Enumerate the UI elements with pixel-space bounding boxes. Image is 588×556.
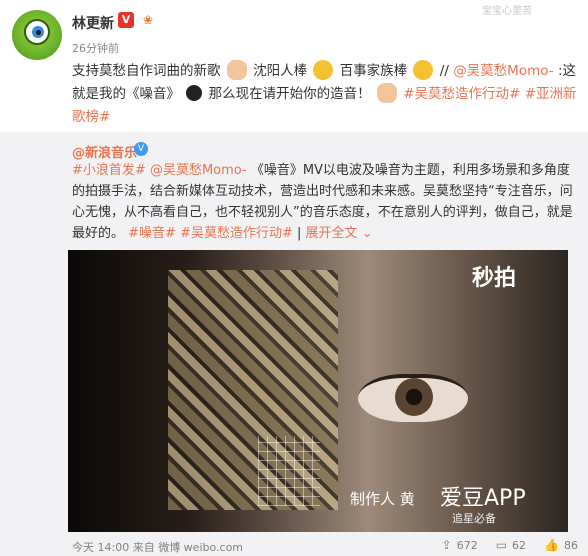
weibo-post: 林更新 V ❀ 26分钟前 宝宝心里苦 支持莫愁自作词曲的新歌 沈阳人棒 百事家… xyxy=(0,0,588,132)
video-player[interactable]: 秒拍 制作人 黄 爱豆APP 追星必备 xyxy=(68,250,568,532)
app-tagline: 追星必备 xyxy=(452,512,496,525)
overlay-grid xyxy=(258,436,320,506)
hashtag-link[interactable]: #小浪首发# xyxy=(72,163,146,178)
post-text-part4: // xyxy=(439,63,449,79)
avatar-pupil-dot xyxy=(36,30,41,35)
comment-button[interactable]: ▭ 62 xyxy=(496,538,526,552)
clap-emoji-icon xyxy=(226,60,247,80)
username[interactable]: 林更新 xyxy=(72,13,114,33)
strong-arm-emoji-icon xyxy=(376,83,397,103)
hashtag-link[interactable]: #吴莫愁造作行动# xyxy=(403,86,520,102)
hashtag-link[interactable]: #吴莫愁造作行动# xyxy=(180,226,293,241)
repost-icon: ⇪ xyxy=(441,538,452,552)
vip-badge[interactable]: V xyxy=(118,12,134,28)
action-bar: ⇪ 672 ▭ 62 👍 86 xyxy=(442,538,578,552)
bomb-emoji-icon xyxy=(186,85,203,101)
repost-text: #小浪首发# @吴莫愁Momo- 《噪音》MV以电波及噪音为主题，利用多场景和多… xyxy=(72,160,578,244)
post-text-part1: 支持莫愁自作词曲的新歌 xyxy=(72,63,221,79)
post-text-part6: 那么现在请开始你的造音！ xyxy=(208,86,371,102)
miaopai-logo: 秒拍 xyxy=(472,266,517,291)
mention-link[interactable]: @吴莫愁Momo- xyxy=(150,163,247,178)
repost-author[interactable]: @新浪音乐 xyxy=(72,142,137,161)
repost-count: 672 xyxy=(456,538,478,552)
video-credit-label: 制作人 黄 xyxy=(350,488,415,509)
chevron-down-icon[interactable]: ⌄ xyxy=(362,226,373,241)
comment-icon: ▭ xyxy=(495,538,508,552)
repost-button[interactable]: ⇪ 672 xyxy=(442,538,478,552)
fan-badge-icon[interactable]: ❀ xyxy=(138,12,158,28)
thumbs-up-emoji-icon xyxy=(313,60,334,80)
post-text-part3: 百事家族棒 xyxy=(339,63,408,79)
post-time[interactable]: 26分钟前 xyxy=(72,40,119,56)
comment-count: 62 xyxy=(512,538,527,552)
like-button[interactable]: 👍 86 xyxy=(544,538,578,552)
app-watermark: 爱豆APP xyxy=(440,486,526,511)
post-source[interactable]: 今天 14:00 来自 微博 weibo.com xyxy=(72,539,243,555)
credit-role: 制作人 xyxy=(350,490,396,508)
post-text-part2: 沈阳人棒 xyxy=(253,63,308,79)
repost-card: @新浪音乐 V #小浪首发# @吴莫愁Momo- 《噪音》MV以电波及噪音为主题… xyxy=(0,132,588,534)
expand-full-text-link[interactable]: 展开全文 xyxy=(306,226,358,241)
iris-image xyxy=(395,378,433,416)
avatar[interactable] xyxy=(12,10,62,60)
mention-link[interactable]: @吴莫愁Momo- xyxy=(453,63,553,79)
hashtag-link[interactable]: #噪音# xyxy=(128,226,176,241)
credit-name: 黄 xyxy=(399,490,415,508)
post-text: 支持莫愁自作词曲的新歌 沈阳人棒 百事家族棒 // @吴莫愁Momo- :这就是… xyxy=(72,60,578,129)
like-count: 86 xyxy=(564,538,578,552)
verified-icon: V xyxy=(134,142,148,156)
thumbs-up-emoji-icon xyxy=(413,60,434,80)
corner-watermark: 宝宝心里苦 xyxy=(482,6,532,17)
thumbs-up-icon: 👍 xyxy=(544,538,559,552)
post-footer: 今天 14:00 来自 微博 weibo.com ⇪ 672 ▭ 62 👍 86 xyxy=(0,534,588,556)
separator: | xyxy=(297,226,306,241)
